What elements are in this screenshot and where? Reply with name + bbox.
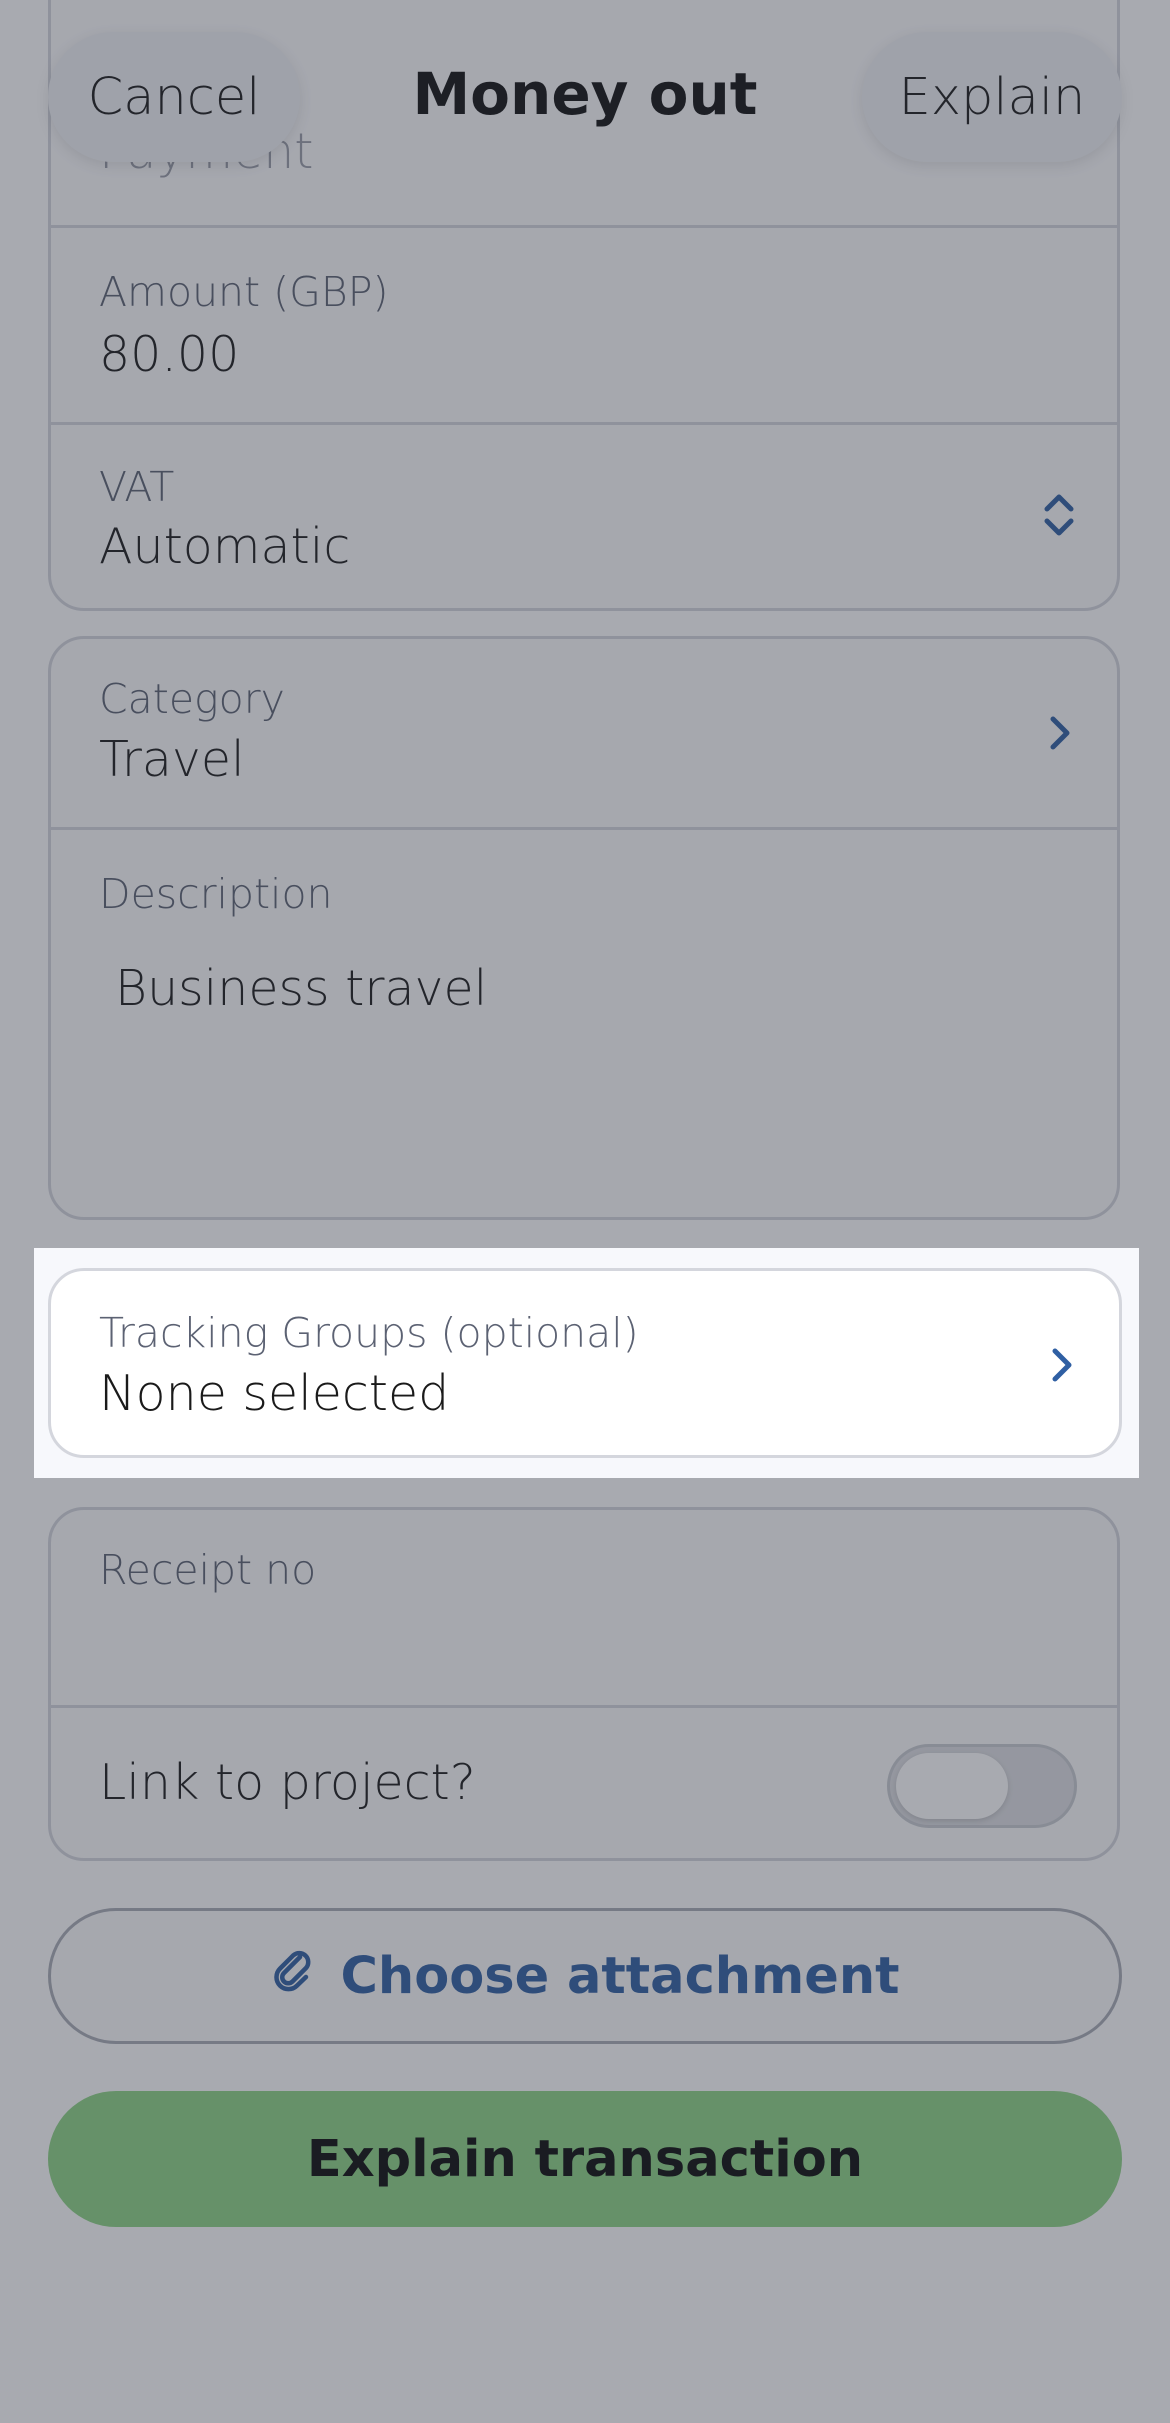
link-project-row: Link to project? [51,1705,1117,1858]
category-value: Travel [99,731,245,788]
explain-transaction-button[interactable]: Explain transaction [48,2091,1122,2227]
vat-label: VAT [99,463,175,511]
tracking-groups-highlight: Tracking Groups (optional) None selected [34,1248,1139,1478]
chevron-up-down-icon [1039,487,1079,543]
vat-value: Automatic [99,518,351,575]
paperclip-icon [270,1947,316,2006]
amount-row[interactable]: Amount (GBP) 80.00 [51,225,1117,422]
category-row[interactable]: Category Travel [51,639,1117,827]
chevron-right-icon [1039,705,1079,761]
tracking-groups-row[interactable]: Tracking Groups (optional) None selected [51,1271,1119,1455]
header-bar: Cancel Money out Explain [0,0,1170,200]
receipt-project-card: Receipt no Link to project? [48,1507,1120,1861]
description-textarea[interactable]: Business travel [115,960,487,1017]
choose-attachment-label: Choose attachment [340,1946,900,2006]
amount-label: Amount (GBP) [99,268,389,316]
link-project-toggle[interactable] [887,1744,1077,1828]
toggle-knob [896,1753,1008,1819]
receipt-row[interactable]: Receipt no [51,1510,1117,1705]
choose-attachment-button[interactable]: Choose attachment [48,1908,1122,2044]
money-out-screen: Cancel Money out Explain Payment Amount … [0,0,1170,2423]
amount-input[interactable]: 80.00 [99,326,239,383]
tracking-groups-card[interactable]: Tracking Groups (optional) None selected [48,1268,1122,1458]
explain-button[interactable]: Explain [862,32,1122,162]
receipt-label: Receipt no [99,1546,317,1594]
chevron-right-icon [1041,1337,1081,1393]
category-label: Category [99,675,285,723]
link-project-label: Link to project? [99,1754,476,1811]
category-description-card: Category Travel Description Business tra… [48,636,1120,1220]
description-row[interactable]: Description Business travel [51,827,1117,1217]
vat-row[interactable]: VAT Automatic [51,422,1117,608]
tracking-groups-value: None selected [99,1365,450,1422]
tracking-groups-label: Tracking Groups (optional) [99,1309,639,1357]
description-label: Description [99,870,333,918]
